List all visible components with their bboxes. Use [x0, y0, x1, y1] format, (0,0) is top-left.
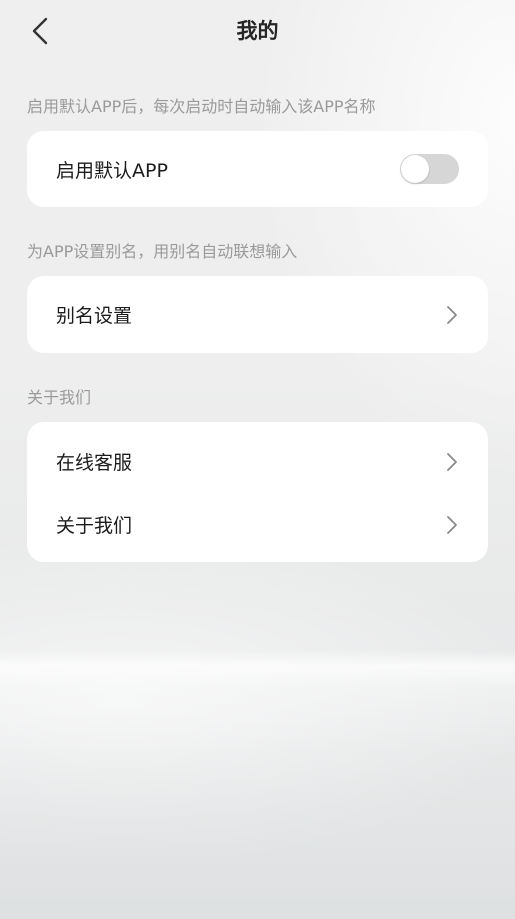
- card-about: 在线客服 关于我们: [27, 422, 488, 562]
- toggle-knob: [401, 155, 429, 183]
- chevron-right-icon: [447, 305, 457, 324]
- row-label: 在线客服: [56, 452, 133, 474]
- card-alias: 别名设置: [27, 276, 488, 353]
- header-bar: 我的: [0, 0, 515, 62]
- row-about-us[interactable]: 关于我们: [27, 493, 488, 556]
- default-app-toggle[interactable]: [400, 154, 459, 184]
- row-enable-default-app: 启用默认APP: [27, 131, 488, 207]
- background-floor: [0, 650, 515, 919]
- row-online-service[interactable]: 在线客服: [27, 430, 488, 493]
- page-title: 我的: [236, 19, 279, 43]
- row-label: 别名设置: [56, 305, 133, 327]
- chevron-right-icon: [447, 515, 457, 534]
- chevron-right-icon: [447, 452, 457, 471]
- section-hint-about: 关于我们: [27, 388, 92, 407]
- section-hint-default-app: 启用默认APP后，每次启动时自动输入该APP名称: [27, 97, 376, 116]
- section-hint-alias: 为APP设置别名，用别名自动联想输入: [27, 242, 298, 261]
- row-label: 关于我们: [56, 515, 133, 537]
- row-label: 启用默认APP: [56, 159, 168, 182]
- row-alias-settings[interactable]: 别名设置: [27, 276, 488, 353]
- card-default-app: 启用默认APP: [27, 131, 488, 207]
